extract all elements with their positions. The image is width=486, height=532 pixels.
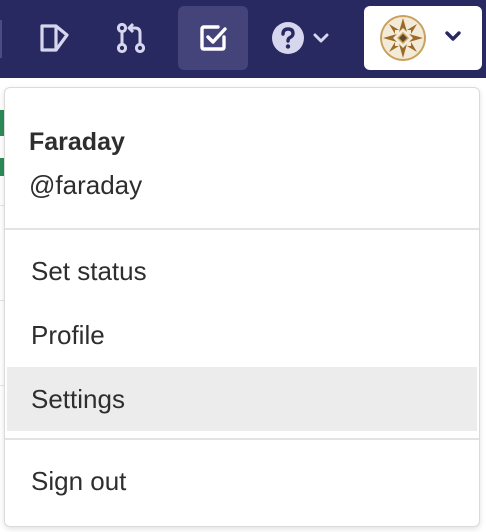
menu-divider: [5, 438, 479, 440]
user-display-name: Faraday: [29, 128, 125, 156]
help-button[interactable]: [262, 6, 338, 70]
menu-divider: [5, 228, 479, 230]
help-icon: [271, 21, 305, 55]
merge-requests-button[interactable]: [104, 6, 158, 70]
issues-checkbox-icon: [198, 23, 228, 53]
profile-menu-item[interactable]: Profile: [7, 303, 477, 367]
chevron-down-icon: [313, 32, 329, 44]
sign-out-menu-item[interactable]: Sign out: [7, 449, 477, 513]
chevron-down-icon: [444, 29, 462, 47]
merge-request-icon: [114, 21, 148, 55]
todo-list-button[interactable]: [30, 6, 80, 70]
user-menu-toggle[interactable]: [364, 6, 482, 70]
top-navigation-bar: [0, 0, 486, 78]
todo-list-icon: [38, 23, 72, 53]
geometric-avatar-icon: [380, 15, 426, 61]
settings-menu-item[interactable]: Settings: [7, 367, 477, 431]
user-dropdown-menu: Faraday @faraday Set status Profile Sett…: [4, 87, 480, 527]
issues-button[interactable]: [178, 6, 248, 70]
user-username: @faraday: [29, 170, 143, 200]
set-status-menu-item[interactable]: Set status: [7, 239, 477, 303]
nav-separator: [0, 20, 2, 58]
